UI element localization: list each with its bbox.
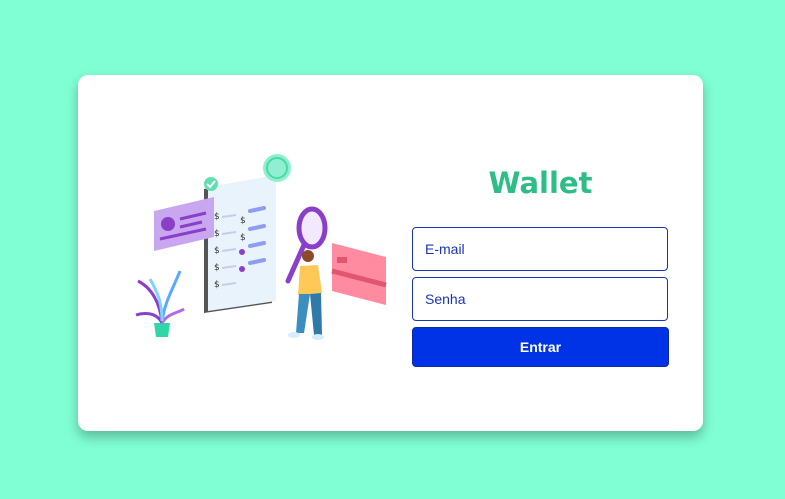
- svg-text:$: $: [214, 280, 220, 290]
- page-title: Wallet: [488, 166, 593, 200]
- password-field[interactable]: [412, 277, 668, 321]
- svg-text:$: $: [240, 216, 246, 226]
- svg-text:$: $: [214, 246, 220, 256]
- svg-text:$: $: [214, 212, 220, 222]
- login-form: Wallet Entrar: [412, 163, 669, 367]
- submit-button[interactable]: Entrar: [412, 327, 669, 367]
- finance-illustration-icon: $ $ $ $ $ $ $: [135, 154, 387, 340]
- email-field[interactable]: [412, 227, 668, 271]
- login-card: $ $ $ $ $ $ $ Wallet E-mail Entrar: [78, 75, 703, 431]
- svg-text:$: $: [214, 263, 220, 273]
- svg-text:$: $: [214, 229, 220, 239]
- svg-text:$: $: [240, 233, 246, 243]
